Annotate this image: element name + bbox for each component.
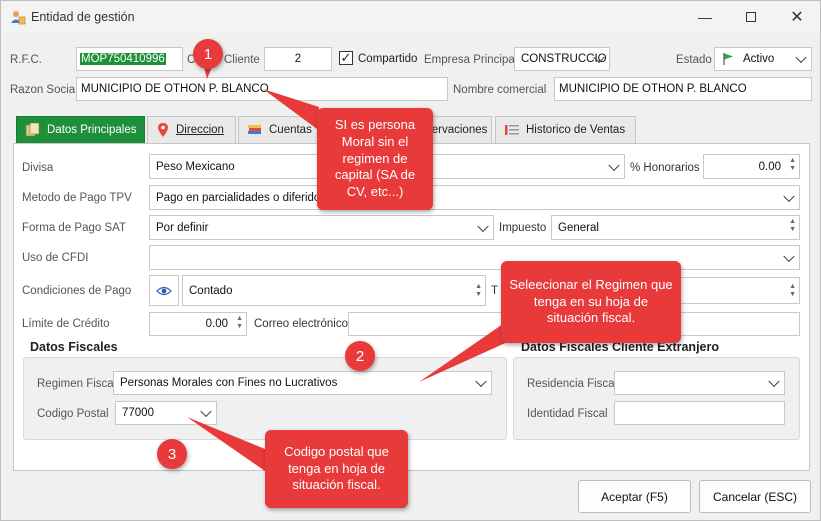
callout-codigo-postal: Codigo postal que tenga en hoja de situa… xyxy=(265,430,408,508)
chevron-down-icon xyxy=(795,51,807,64)
fiscal-ext-group xyxy=(513,357,800,440)
tab-datos-principales[interactable]: Datos Principales xyxy=(16,116,145,143)
cliente-label: Cliente xyxy=(224,54,260,66)
nombre-input[interactable]: MUNICIPIO DE OTHON P. BLANCO xyxy=(554,77,812,101)
tab-historico-ventas[interactable]: Historico de Ventas xyxy=(495,116,636,143)
condiciones-label: Condiciones de Pago xyxy=(22,285,132,297)
spinner-icon[interactable]: ▲ ▼ xyxy=(789,218,796,234)
green-flag-icon xyxy=(723,53,733,65)
books-icon xyxy=(248,125,261,134)
cfdi-label: Uso de CFDI xyxy=(22,252,89,264)
chevron-down-icon xyxy=(477,220,489,232)
window-title: Entidad de gestión xyxy=(31,10,135,24)
razon-label: Razon Social xyxy=(10,84,78,96)
limite-label: Límite de Crédito xyxy=(22,318,110,330)
identidad-input[interactable] xyxy=(614,401,785,425)
chevron-down-icon xyxy=(608,159,620,171)
report-icon xyxy=(505,125,519,135)
metodo-label: Metodo de Pago TPV xyxy=(22,192,132,204)
compartido-checkbox[interactable]: ✓ xyxy=(339,51,353,65)
correo-label: Correo electrónico xyxy=(254,318,348,330)
fiscal-group xyxy=(23,357,507,440)
map-pin-icon xyxy=(158,123,168,137)
rfc-input[interactable]: MOP750410996 xyxy=(76,47,183,71)
minimize-icon[interactable]: — xyxy=(682,1,728,33)
chevron-down-icon xyxy=(783,190,795,202)
tab-direccion[interactable]: Direccion xyxy=(147,116,236,143)
maximize-icon[interactable] xyxy=(728,1,774,33)
user-app-icon xyxy=(11,11,26,25)
impuesto-select[interactable]: General ▲ ▼ xyxy=(551,215,800,240)
regimen-select[interactable]: Personas Morales con Fines no Lucrativos xyxy=(113,371,492,395)
chevron-down-icon xyxy=(768,375,780,388)
condiciones-input[interactable]: Contado ▲ ▼ xyxy=(182,275,486,306)
empresa-select[interactable]: CONSTRUCCIO xyxy=(514,47,610,71)
callout-persona-moral: SI es persona Moral sin el regimen de ca… xyxy=(317,108,433,210)
empresa-label: Empresa Principal xyxy=(424,54,518,66)
spinner-icon[interactable]: ▲ ▼ xyxy=(236,315,243,331)
t-label: T xyxy=(491,285,499,297)
chevron-down-icon xyxy=(783,250,795,262)
residencia-label: Residencia Fiscal xyxy=(527,378,618,390)
badge-step-2: 2 xyxy=(345,341,375,371)
impuesto-label: Impuesto xyxy=(499,222,547,234)
eye-icon xyxy=(156,286,172,295)
cp-select[interactable]: 77000 xyxy=(115,401,217,425)
rfc-label: R.F.C. xyxy=(10,54,42,66)
forma-select[interactable]: Por definir xyxy=(149,215,494,240)
divisa-label: Divisa xyxy=(22,162,54,174)
cancel-button[interactable]: Cancelar (ESC) xyxy=(699,480,811,513)
close-icon[interactable]: ✕ xyxy=(774,1,820,33)
identidad-label: Identidad Fiscal xyxy=(527,408,608,420)
metodo-select[interactable]: Pago en parcialidades o diferido xyxy=(149,185,800,210)
cfdi-select[interactable] xyxy=(149,245,800,270)
badge-step-1: 1 xyxy=(193,39,223,69)
razon-input[interactable]: MUNICIPIO DE OTHON P. BLANCO xyxy=(76,77,448,101)
chevron-down-icon xyxy=(200,405,212,418)
documents-icon xyxy=(25,122,40,137)
limite-input[interactable]: 0.00 ▲ ▼ xyxy=(149,312,247,336)
accept-button[interactable]: Aceptar (F5) xyxy=(578,480,691,513)
t-input[interactable]: ▲ ▼ xyxy=(681,277,800,304)
honorarios-input[interactable]: 0.00 ▲ ▼ xyxy=(703,154,800,179)
chevron-down-icon xyxy=(475,375,487,388)
estado-label: Estado xyxy=(676,54,712,66)
spinner-icon[interactable]: ▲ ▼ xyxy=(789,157,796,173)
nombre-label: Nombre comercial xyxy=(453,84,547,96)
honorarios-label: % Honorarios xyxy=(630,162,700,174)
residencia-select[interactable] xyxy=(614,371,785,395)
regimen-label: Regimen Fiscal xyxy=(37,378,117,390)
cp-label: Codigo Postal xyxy=(37,408,109,420)
spinner-icon[interactable]: ▲ ▼ xyxy=(789,283,796,299)
estado-select[interactable]: Activo xyxy=(714,47,812,71)
entity-window: Entidad de gestión — ✕ R.F.C. MOP7504109… xyxy=(0,0,821,521)
tab-cuentas[interactable]: Cuentas xyxy=(238,116,328,143)
fiscal-title: Datos Fiscales xyxy=(30,340,118,354)
badge-step-3: 3 xyxy=(157,439,187,469)
forma-label: Forma de Pago SAT xyxy=(22,222,126,234)
cliente-input[interactable]: 2 xyxy=(264,47,332,71)
compartido-label: Compartido xyxy=(358,53,418,65)
spinner-icon[interactable]: ▲ ▼ xyxy=(475,283,482,299)
view-condiciones-button[interactable] xyxy=(149,275,179,306)
callout-regimen: Seleecionar el Regimen que tenga en su h… xyxy=(501,261,681,343)
title-bar: Entidad de gestión — ✕ xyxy=(1,1,820,33)
